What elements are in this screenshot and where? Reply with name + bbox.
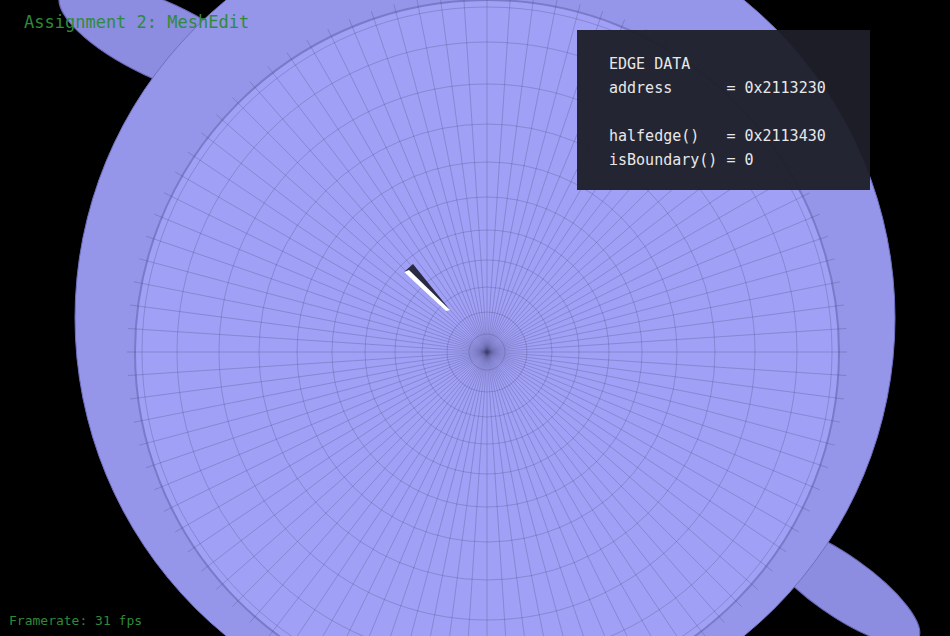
edge-info-panel: EDGE DATAaddress = 0x2113230 halfedge() =…: [577, 30, 870, 190]
app-title: Assignment 2: MeshEdit: [24, 12, 249, 32]
info-group: halfedge() = 0x2113430isBoundary() = 0: [609, 124, 870, 172]
info-row: halfedge() = 0x2113430: [609, 124, 870, 148]
panel-title: EDGE DATA: [609, 52, 870, 76]
info-group: address = 0x2113230: [609, 76, 870, 100]
framerate-label: Framerate: 31 fps: [9, 613, 142, 628]
selected-edge-icon[interactable]: [404, 270, 450, 311]
mesh-viewport[interactable]: Assignment 2: MeshEdit EDGE DATAaddress =…: [0, 0, 950, 636]
info-row: address = 0x2113230: [609, 76, 870, 100]
info-row: isBoundary() = 0: [609, 148, 870, 172]
